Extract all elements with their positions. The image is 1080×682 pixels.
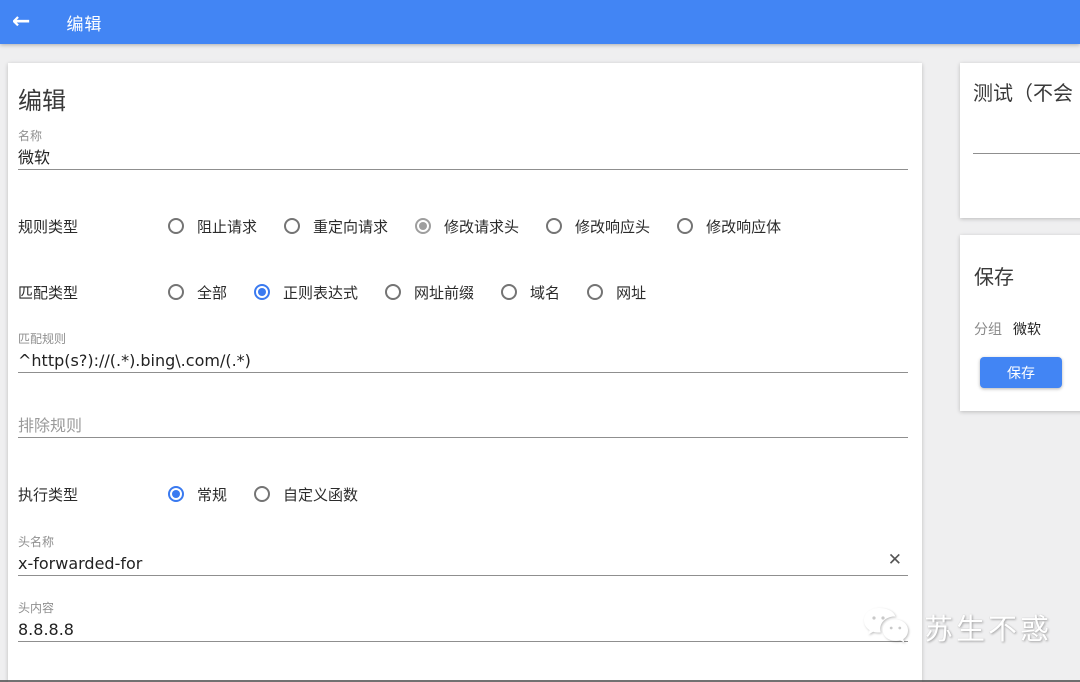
radio-selected-icon: [168, 486, 184, 502]
header-value-field[interactable]: 头内容 8.8.8.8: [18, 601, 908, 642]
radio-option-modify-response-header[interactable]: 修改响应头: [546, 216, 650, 237]
radio-option-block-request[interactable]: 阻止请求: [168, 216, 257, 237]
rule-type-row: 规则类型 阻止请求 重定向请求 修改请求头 修改响应头 修改响应体: [18, 216, 908, 236]
match-type-row: 匹配类型 全部 正则表达式 网址前缀 域名 网址: [18, 282, 908, 302]
radio-option-normal[interactable]: 常规: [168, 484, 227, 505]
header-name-value[interactable]: x-forwarded-for: [18, 554, 908, 573]
radio-icon: [168, 218, 184, 234]
match-rule-value[interactable]: ^http(s?)://(.*).bing\.com/(.*): [18, 351, 908, 370]
match-type-label: 匹配类型: [18, 283, 79, 302]
save-card: 保存 分组 微软 保存: [960, 235, 1080, 411]
match-rule-field[interactable]: 匹配规则 ^http(s?)://(.*).bing\.com/(.*): [18, 332, 908, 373]
page-title: 编辑: [18, 87, 66, 115]
group-value[interactable]: 微软: [1013, 319, 1041, 339]
header-name-label: 头名称: [18, 535, 55, 549]
radio-selected-icon: [254, 284, 271, 300]
group-row: 分组 微软: [974, 319, 1080, 339]
edit-panel: 编辑 名称 微软 规则类型 阻止请求 重定向请求 修改请求头 修改响应头 修改响…: [8, 63, 922, 682]
radio-option-all[interactable]: 全部: [168, 282, 227, 303]
radio-option-modify-response-body[interactable]: 修改响应体: [677, 216, 781, 237]
name-field-value[interactable]: 微软: [18, 148, 908, 167]
app-bar: ← 编辑: [0, 0, 1080, 44]
radio-icon: [385, 284, 402, 300]
back-arrow-icon[interactable]: ←: [12, 11, 30, 33]
header-value-value[interactable]: 8.8.8.8: [18, 620, 908, 639]
match-rule-label: 匹配规则: [18, 332, 67, 346]
header-name-field[interactable]: 头名称 x-forwarded-for ✕: [18, 535, 908, 576]
save-button[interactable]: 保存: [980, 357, 1062, 388]
radio-icon: [254, 486, 271, 502]
radio-option-domain[interactable]: 域名: [501, 282, 560, 303]
radio-option-url[interactable]: 网址: [587, 282, 646, 303]
clear-icon[interactable]: ✕: [888, 552, 902, 569]
save-card-title: 保存: [974, 265, 1014, 289]
exec-type-label: 执行类型: [18, 485, 79, 504]
test-input[interactable]: [973, 153, 1080, 154]
radio-option-custom-function[interactable]: 自定义函数: [254, 484, 358, 505]
radio-icon: [546, 218, 563, 234]
radio-option-redirect-request[interactable]: 重定向请求: [284, 216, 388, 237]
radio-option-modify-request-header[interactable]: 修改请求头: [415, 216, 519, 237]
radio-icon: [501, 284, 518, 300]
name-field[interactable]: 名称 微软: [18, 129, 908, 170]
exclude-rule-placeholder[interactable]: 排除规则: [18, 416, 908, 435]
radio-icon: [587, 284, 604, 300]
watermark-text: 苏生不惑: [923, 612, 1052, 646]
name-field-label: 名称: [18, 129, 43, 143]
radio-option-regex[interactable]: 正则表达式: [254, 282, 358, 303]
rule-type-label: 规则类型: [18, 217, 79, 236]
exclude-rule-field[interactable]: 排除规则: [18, 416, 908, 438]
test-card: 测试（不会: [960, 63, 1080, 218]
radio-icon: [168, 284, 184, 300]
radio-option-url-prefix[interactable]: 网址前缀: [385, 282, 474, 303]
header-value-label: 头内容: [18, 601, 55, 615]
radio-icon: [284, 218, 301, 234]
group-label: 分组: [974, 322, 1002, 338]
test-card-title: 测试（不会: [973, 81, 1073, 105]
radio-icon: [677, 218, 694, 234]
app-bar-title: 编辑: [66, 14, 103, 35]
exec-type-row: 执行类型 常规 自定义函数: [18, 484, 908, 504]
radio-selected-icon: [415, 218, 432, 234]
